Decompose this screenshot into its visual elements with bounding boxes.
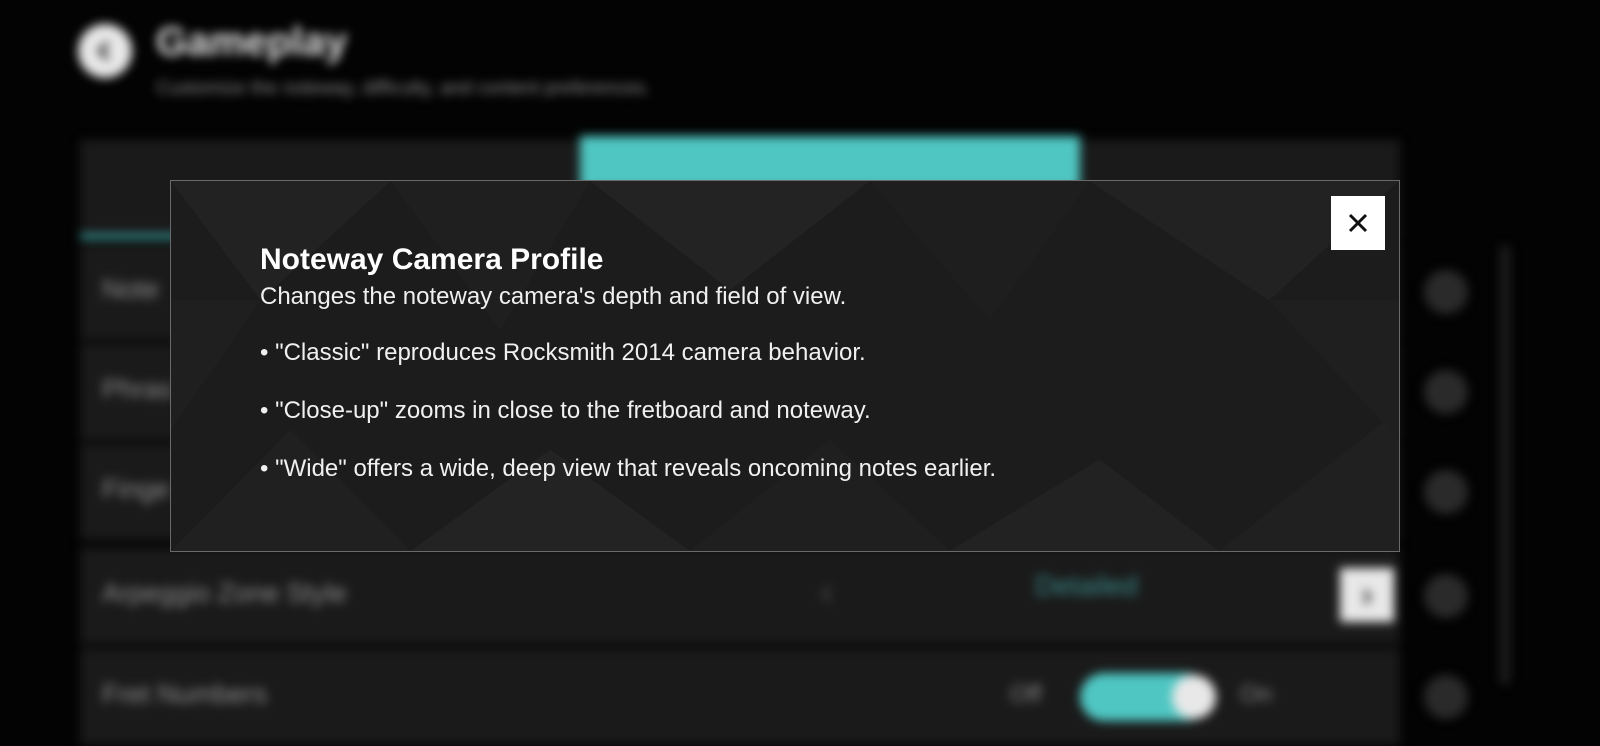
toggle-knob xyxy=(1172,675,1216,719)
setting-value: Detailed xyxy=(1035,570,1138,601)
info-button[interactable] xyxy=(1424,675,1468,719)
back-button[interactable] xyxy=(78,24,132,78)
setting-label: Finge xyxy=(102,474,170,504)
close-icon xyxy=(1348,213,1368,233)
scrollbar[interactable] xyxy=(1500,245,1510,685)
chevron-left-icon[interactable]: ‹ xyxy=(820,570,833,615)
page-title: Gameplay xyxy=(156,20,348,64)
info-dialog: Noteway Camera Profile Changes the notew… xyxy=(170,180,1400,552)
toggle-off-label: Off xyxy=(1010,681,1042,708)
bullet-item: • "Classic" reproduces Rocksmith 2014 ca… xyxy=(260,339,866,366)
dialog-title: Noteway Camera Profile xyxy=(260,243,604,276)
toggle-on-label: On xyxy=(1240,681,1273,708)
setting-label: Note xyxy=(102,274,160,304)
setting-label: Phras xyxy=(102,374,173,404)
setting-label: Arpeggio Zone Style xyxy=(102,578,347,608)
close-button[interactable] xyxy=(1331,196,1385,250)
setting-row-fret-numbers[interactable]: Fret Numbers Off On xyxy=(80,648,1468,745)
dialog-content: Noteway Camera Profile Changes the notew… xyxy=(260,241,1300,509)
bullet-list: • "Classic" reproduces Rocksmith 2014 ca… xyxy=(260,335,1300,487)
bullet-item: • "Wide" offers a wide, deep view that r… xyxy=(260,455,997,482)
info-button[interactable] xyxy=(1424,470,1468,514)
bullet-item: • "Close-up" zooms in close to the fretb… xyxy=(260,397,871,424)
chevron-left-icon xyxy=(97,41,110,61)
dialog-description: Changes the noteway camera's depth and f… xyxy=(260,283,847,310)
setting-row-arpeggio-zone-style[interactable]: Arpeggio Zone Style ‹ Detailed › xyxy=(80,547,1468,644)
page-subtitle: Customize the noteway, difficulty, and c… xyxy=(156,78,651,99)
info-button[interactable] xyxy=(1424,370,1468,414)
info-button[interactable] xyxy=(1424,270,1468,314)
next-value-button[interactable]: › xyxy=(1340,568,1394,622)
setting-label: Fret Numbers xyxy=(102,679,268,709)
info-button[interactable] xyxy=(1424,574,1468,618)
